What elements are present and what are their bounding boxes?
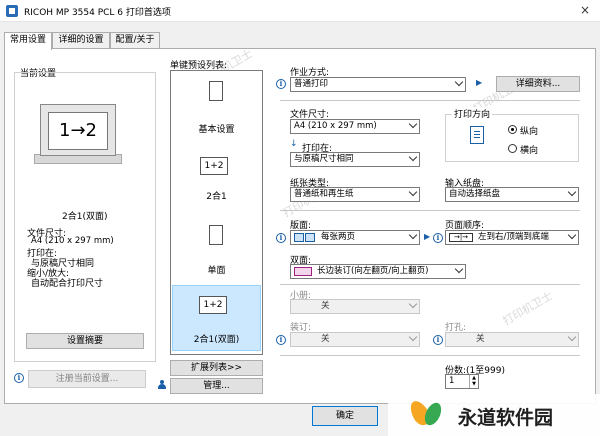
orientation-group	[445, 114, 579, 162]
register-current-settings-button[interactable]: 注册当前设置...	[28, 370, 146, 388]
zoom-value: 自动配合打印尺寸	[31, 279, 104, 289]
document-icon	[209, 225, 223, 245]
printer-app-icon	[6, 5, 18, 17]
arrow-right-icon: ▶	[424, 232, 431, 241]
preset-label: 2合1(双面)	[193, 335, 240, 345]
two-in-one-icon: 1+2	[200, 157, 228, 175]
preset-item-two-in-one-duplex[interactable]: 1+2 2合1(双面)	[172, 285, 261, 351]
preset-item-basic[interactable]: 基本设置	[172, 75, 261, 139]
page-icon	[305, 233, 315, 242]
duplex-select[interactable]: 长边装订(向左翻页/向上翻页)	[290, 264, 466, 279]
presets-list[interactable]: 基本设置 1+2 2合1 单面 1+2 2合1(双面)	[170, 70, 263, 355]
watermark-logo: 永道软件园	[388, 394, 600, 436]
staple-select[interactable]: 关	[290, 332, 420, 347]
copies-spinner[interactable]: ▲ ▼	[469, 375, 478, 388]
paper-type-select[interactable]: 普通纸和再生纸	[290, 187, 420, 202]
info-icon: i	[276, 233, 286, 243]
divider	[280, 210, 580, 211]
admin-user-icon	[158, 380, 166, 389]
divider	[280, 355, 580, 356]
divider	[280, 100, 580, 101]
preview-two-in-one: 1→2	[48, 112, 108, 150]
ok-button[interactable]: 确定	[312, 406, 378, 426]
current-layout-label: 2合1(双面)	[62, 212, 108, 222]
tab-common-settings[interactable]: 常用设置	[4, 32, 52, 50]
paper-size-value: A4 (210 x 297 mm)	[31, 236, 114, 246]
copies-input[interactable]: 1 ▲ ▼	[445, 374, 479, 389]
manage-button[interactable]: 管理...	[170, 378, 263, 394]
two-in-one-icon: 1+2	[199, 296, 227, 314]
portrait-page-icon	[470, 126, 484, 144]
down-arrow-icon: ↓	[290, 139, 298, 149]
orientation-portrait-label: 纵向	[520, 127, 539, 137]
document-size-select[interactable]: A4 (210 x 297 mm)	[290, 119, 420, 134]
watermark-text: 永道软件园	[458, 407, 554, 429]
current-settings-preview: 1→2	[34, 104, 122, 164]
input-tray-select[interactable]: 自动选择纸盘	[445, 187, 579, 202]
divider	[280, 284, 580, 285]
preset-label: 基本设置	[198, 125, 235, 135]
window-title: RICOH MP 3554 PCL 6 打印首选项	[24, 8, 171, 18]
orientation-portrait-radio[interactable]	[508, 125, 517, 134]
title-bar: RICOH MP 3554 PCL 6 打印首选项 ×	[0, 0, 600, 22]
page-order-select[interactable]: →|→ 左到右/顶端到底端	[445, 230, 579, 245]
info-icon: i	[433, 335, 443, 345]
info-icon: i	[276, 335, 286, 345]
layout-select[interactable]: 每张两页	[290, 230, 420, 245]
arrow-right-icon: ▶	[476, 78, 483, 87]
preset-label: 单面	[207, 266, 226, 276]
punch-select[interactable]: 关	[445, 332, 579, 347]
booklet-select[interactable]: 关	[290, 299, 420, 314]
page-icon	[294, 233, 304, 242]
orientation-landscape-radio[interactable]	[508, 144, 517, 153]
preset-label: 2合1	[206, 192, 227, 202]
settings-summary-button[interactable]: 设置摘要	[26, 333, 144, 349]
tab-config-about[interactable]: 配置/关于	[110, 32, 160, 49]
duplex-icon	[294, 267, 312, 276]
close-button[interactable]: ×	[580, 3, 590, 17]
preset-item-two-in-one[interactable]: 1+2 2合1	[172, 151, 261, 207]
page-order-icon: →|→	[449, 233, 473, 242]
print-on-select[interactable]: 与原稿尺寸相同	[290, 152, 420, 167]
preset-item-single-sided[interactable]: 单面	[172, 219, 261, 281]
info-icon: i	[433, 233, 443, 243]
job-type-select[interactable]: 普通打印	[290, 77, 466, 92]
info-icon: i	[14, 373, 24, 383]
expand-list-button[interactable]: 扩展列表>>	[170, 360, 263, 376]
document-icon	[209, 81, 223, 101]
tab-detailed-settings[interactable]: 详细的设置	[52, 32, 110, 49]
info-icon: i	[276, 79, 286, 89]
orientation-landscape-label: 横向	[520, 146, 539, 156]
job-details-button[interactable]: 详细资料...	[496, 76, 580, 92]
orientation-label: 打印方向	[452, 107, 493, 120]
